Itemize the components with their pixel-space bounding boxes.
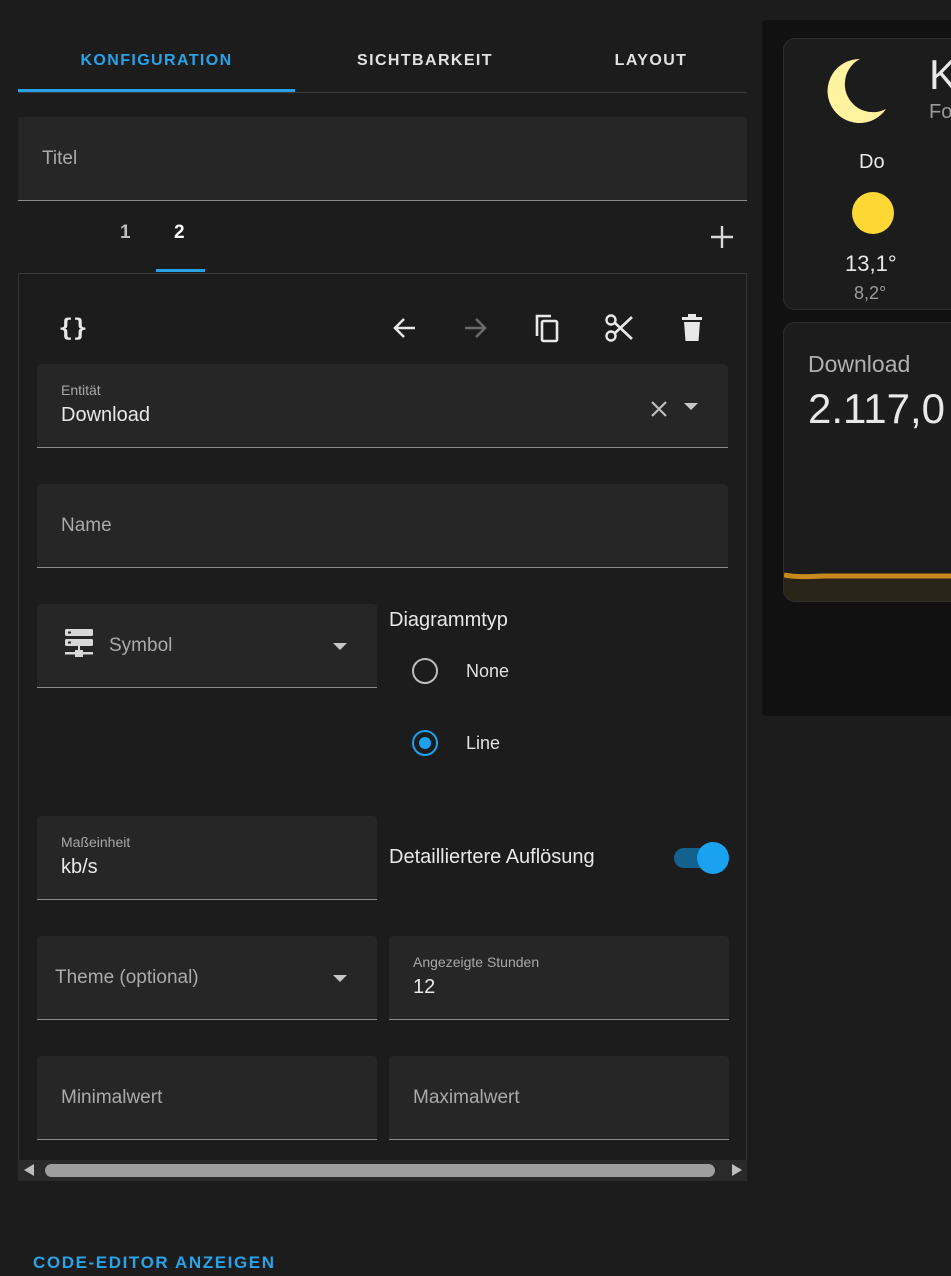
show-code-editor-button[interactable]: CODE-EDITOR ANZEIGEN xyxy=(33,1253,276,1273)
detail-resolution-label: Detailliertere Auflösung xyxy=(389,846,595,868)
copy-icon xyxy=(535,314,559,343)
scroll-left-arrow-icon[interactable] xyxy=(24,1164,34,1176)
clear-entity-button[interactable] xyxy=(639,389,679,429)
theme-dropdown-icon xyxy=(333,975,347,982)
unit-label: Maßeinheit xyxy=(61,834,131,850)
add-card-button[interactable] xyxy=(702,217,742,257)
tab-sichtbarkeit[interactable]: SICHTBARKEIT xyxy=(295,30,555,92)
cut-button[interactable] xyxy=(599,308,639,348)
chart-type-none-radio[interactable] xyxy=(412,658,438,684)
title-input[interactable]: Titel xyxy=(18,117,747,201)
unit-input[interactable]: Maßeinheit kb/s xyxy=(37,816,377,900)
forecast-day: Do xyxy=(859,151,885,173)
plus-icon xyxy=(711,226,733,248)
curly-braces-icon: {} xyxy=(58,314,88,342)
download-sensor-card[interactable]: Download 2.117,0 xyxy=(783,322,951,602)
chart-type-label: Diagrammtyp xyxy=(389,609,508,631)
entity-value: Download xyxy=(61,404,150,426)
entity-label: Entität xyxy=(61,382,101,398)
delete-button[interactable] xyxy=(672,308,712,348)
chart-type-none-label: None xyxy=(466,661,510,681)
card-tab-2[interactable]: 2 xyxy=(174,222,185,244)
sensor-value: 2.117,0 xyxy=(808,385,946,432)
trash-icon xyxy=(682,314,702,341)
scroll-right-arrow-icon[interactable] xyxy=(732,1164,742,1176)
name-placeholder: Name xyxy=(61,515,112,536)
unit-value: kb/s xyxy=(61,856,98,878)
code-toggle-button[interactable]: {} xyxy=(53,308,93,348)
card-tab-1[interactable]: 1 xyxy=(120,222,131,244)
weather-subtitle: Fo xyxy=(929,101,951,123)
forecast-low: 8,2° xyxy=(854,283,887,303)
title-placeholder: Titel xyxy=(42,148,78,169)
max-value-placeholder: Maximalwert xyxy=(413,1087,520,1108)
move-right-button[interactable] xyxy=(456,308,496,348)
tab-divider xyxy=(18,92,747,93)
max-value-input[interactable]: Maximalwert xyxy=(389,1056,729,1140)
hours-value: 12 xyxy=(413,976,436,998)
min-value-placeholder: Minimalwert xyxy=(61,1087,163,1108)
entity-picker[interactable]: Entität Download xyxy=(37,364,728,448)
name-input[interactable]: Name xyxy=(37,484,728,568)
weather-title: K xyxy=(929,51,951,99)
close-icon xyxy=(651,401,667,417)
tab-konfiguration[interactable]: KONFIGURATION xyxy=(18,30,295,92)
hours-input[interactable]: Angezeigte Stunden 12 xyxy=(389,936,729,1020)
min-value-input[interactable]: Minimalwert xyxy=(37,1056,377,1140)
symbol-dropdown-icon xyxy=(333,643,347,650)
server-network-icon xyxy=(65,629,93,657)
moon-icon xyxy=(827,58,886,123)
tab-layout[interactable]: LAYOUT xyxy=(555,30,747,92)
move-left-button[interactable] xyxy=(384,308,424,348)
symbol-picker[interactable]: Symbol xyxy=(37,604,377,688)
theme-select[interactable]: Theme (optional) xyxy=(37,936,377,1020)
chart-type-line-label: Line xyxy=(466,733,501,753)
detail-resolution-toggle-thumb[interactable] xyxy=(697,842,729,874)
active-tab-indicator xyxy=(18,89,295,92)
arrow-left-icon xyxy=(393,318,415,338)
copy-button[interactable] xyxy=(527,308,567,348)
forecast-high: 13,1° xyxy=(845,251,897,276)
theme-placeholder: Theme (optional) xyxy=(55,967,199,988)
entity-dropdown-icon[interactable] xyxy=(684,403,698,410)
sun-icon xyxy=(852,192,894,234)
chart-type-line-radio[interactable] xyxy=(412,730,438,756)
card-tab-indicator xyxy=(156,269,205,272)
sensor-name: Download xyxy=(808,351,911,377)
weather-forecast-card[interactable]: K Fo Do 13,1° 8,2° xyxy=(783,38,951,310)
hours-label: Angezeigte Stunden xyxy=(413,954,540,970)
arrow-right-icon xyxy=(465,318,487,338)
scissors-icon xyxy=(605,314,633,342)
symbol-placeholder: Symbol xyxy=(109,635,173,656)
scrollbar-thumb[interactable] xyxy=(45,1164,715,1177)
sensor-graph-line xyxy=(784,572,951,601)
